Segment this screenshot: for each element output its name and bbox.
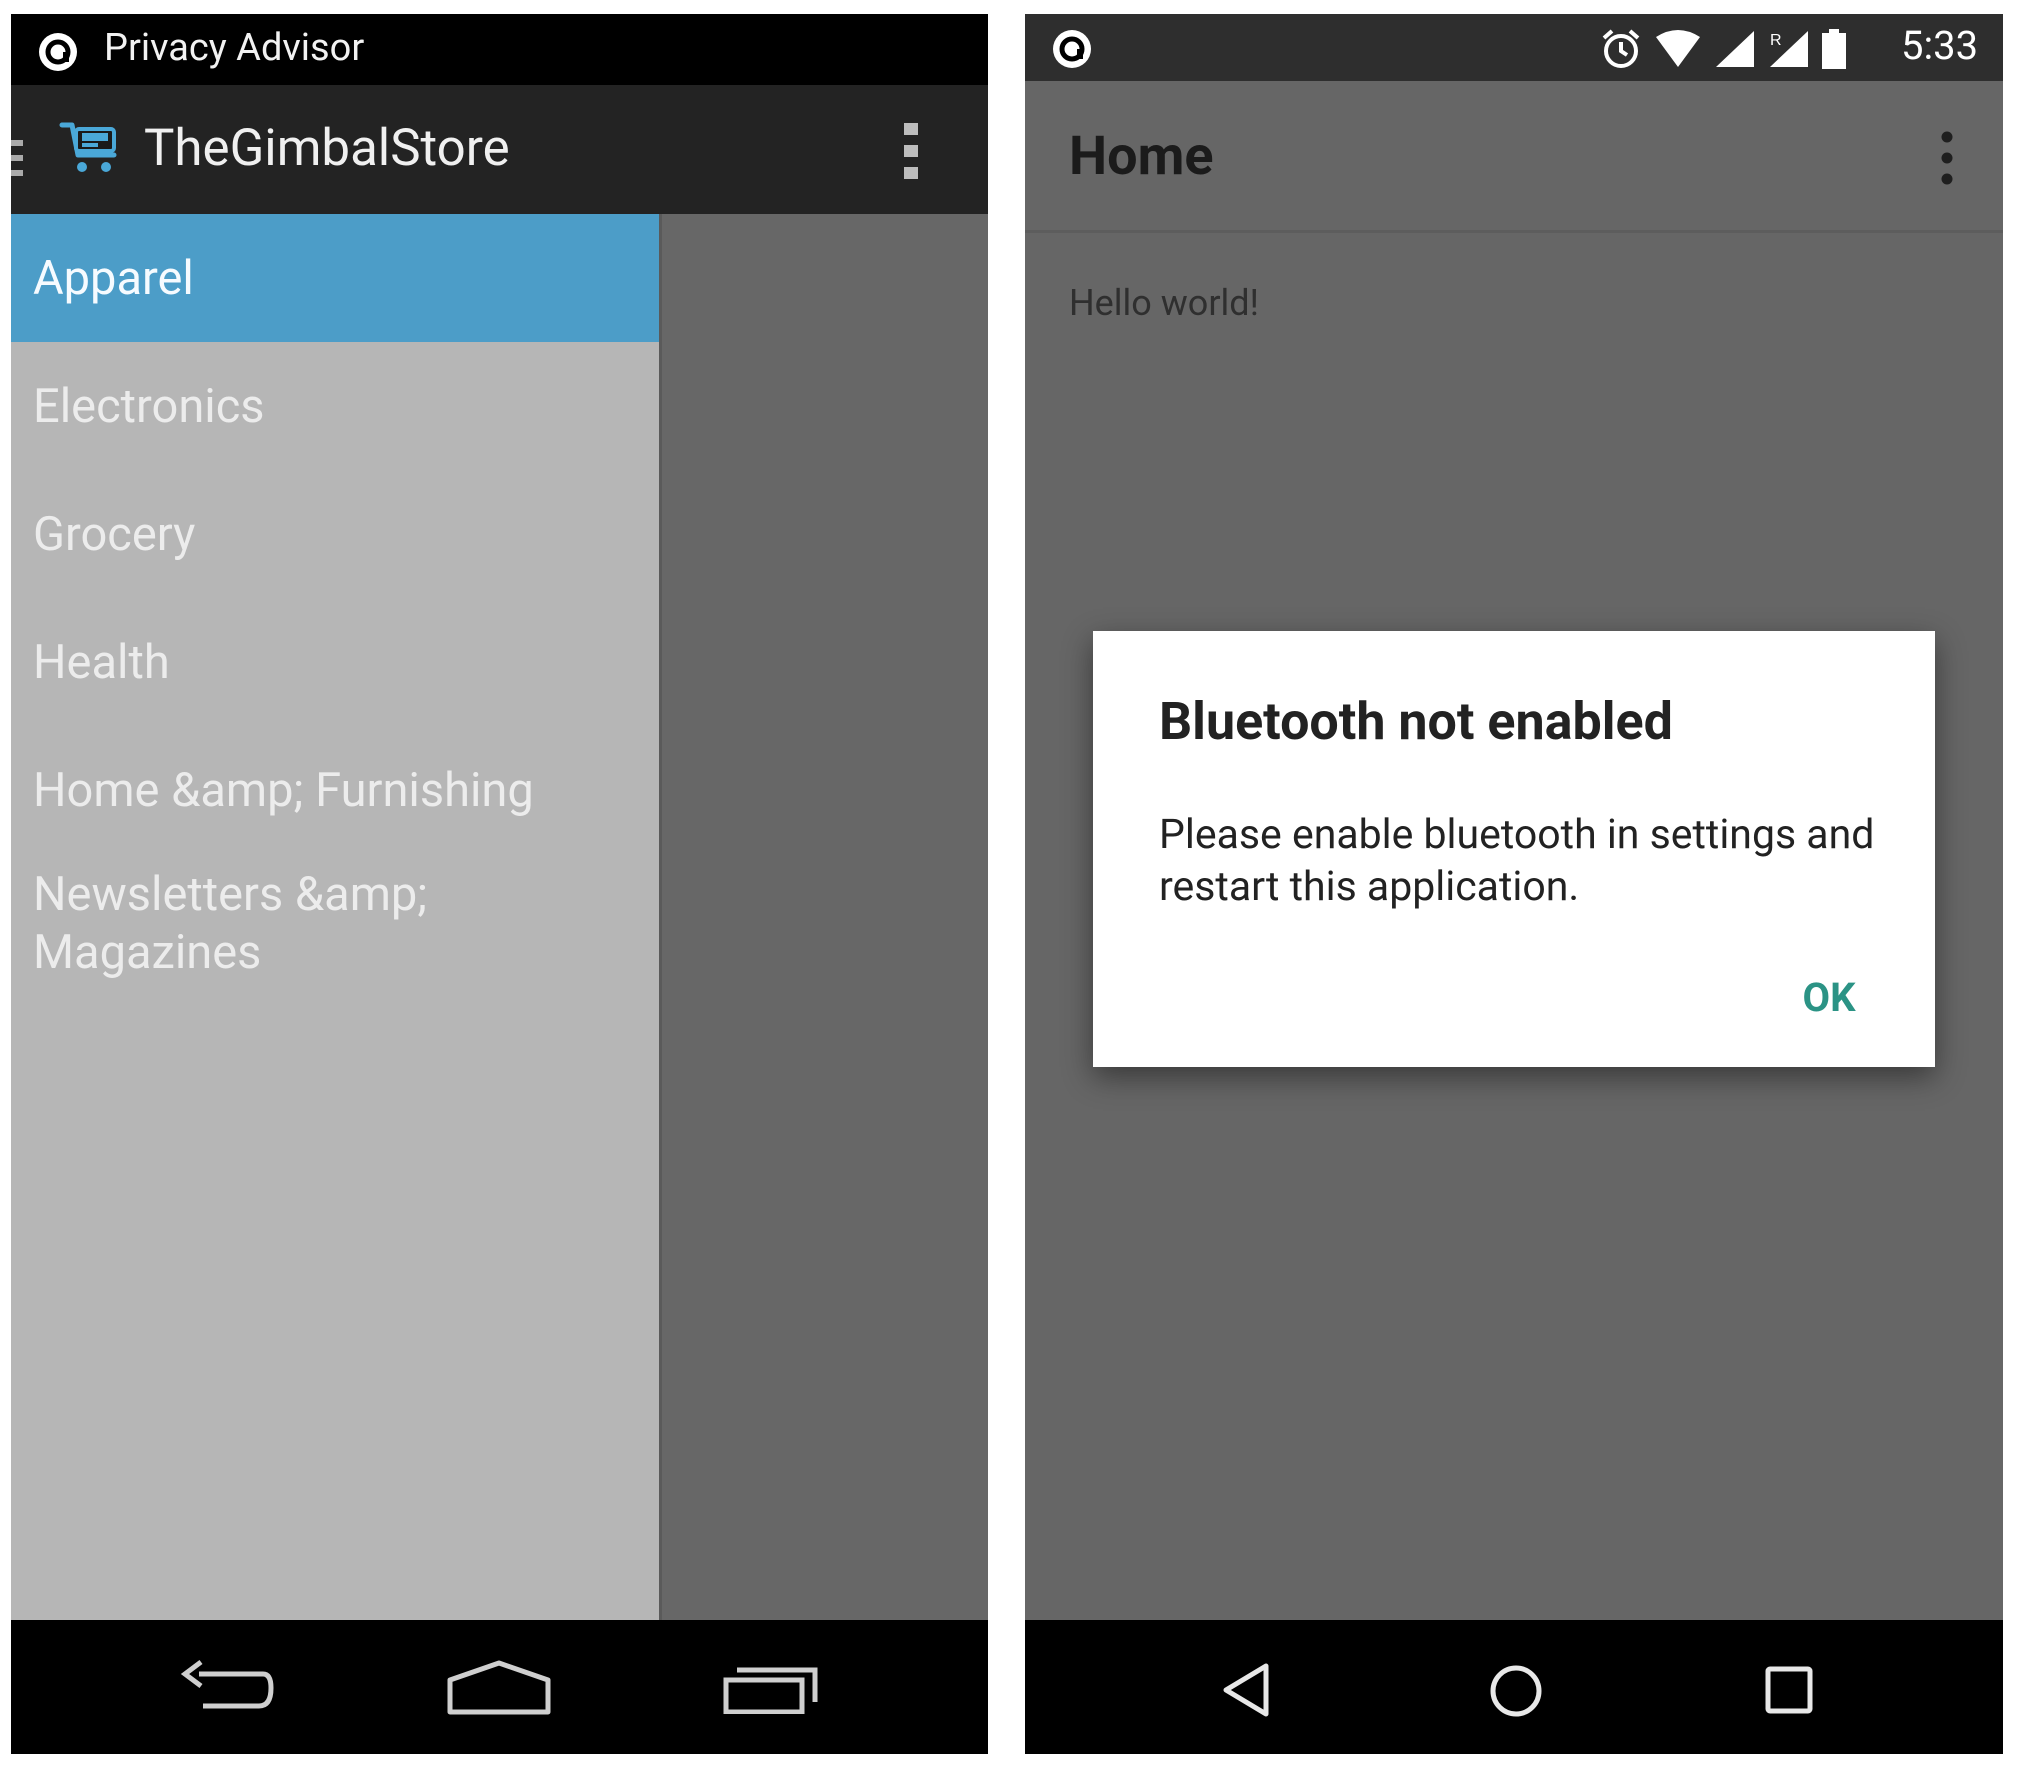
drawer-item-electronics[interactable]: Electronics xyxy=(11,342,659,470)
drawer-item-home-furnishing[interactable]: Home &amp; Furnishing xyxy=(11,726,659,854)
recents-square-icon[interactable] xyxy=(1765,1666,1813,1714)
hello-text: Hello world! xyxy=(1069,282,1259,324)
drawer-item-label: Grocery xyxy=(33,506,196,562)
back-triangle-icon[interactable] xyxy=(1220,1662,1272,1718)
overflow-menu-icon[interactable] xyxy=(1938,131,1956,185)
right-phone-screen: R 5:33 Home Hello world! Bluetooth not e… xyxy=(1025,14,2003,1754)
drawer-item-label: Health xyxy=(33,634,170,690)
drawer-item-label: Home &amp; Furnishing xyxy=(33,762,534,818)
wifi-icon xyxy=(1656,30,1700,67)
navigation-bar xyxy=(1025,1620,2003,1754)
alarm-icon xyxy=(1602,29,1640,68)
ok-button[interactable]: OK xyxy=(1779,967,1879,1027)
battery-icon xyxy=(1822,29,1846,69)
cropped-caption xyxy=(0,0,2018,10)
back-arrow-icon[interactable] xyxy=(179,1660,275,1716)
app-name: Privacy Advisor xyxy=(104,26,365,70)
bluetooth-alert-dialog: Bluetooth not enabled Please enable blue… xyxy=(1093,631,1935,1067)
drawer-item-label-line1: Newsletters &amp; xyxy=(33,867,428,922)
navigation-bar xyxy=(11,1620,988,1754)
drawer-item-apparel[interactable]: Apparel xyxy=(11,214,659,342)
privacy-advisor-icon xyxy=(1053,30,1091,68)
roaming-signal-icon: R xyxy=(1770,31,1808,67)
drawer-item-label: Electronics xyxy=(33,378,265,434)
drawer-indicator-icon[interactable] xyxy=(11,140,25,176)
drawer-item-health[interactable]: Health xyxy=(11,598,659,726)
dialog-title: Bluetooth not enabled xyxy=(1159,691,1673,752)
signal-icon xyxy=(1716,31,1754,67)
status-icons: R xyxy=(1600,26,1846,72)
home-icon[interactable] xyxy=(446,1660,552,1716)
action-bar: Home xyxy=(1025,81,2003,233)
navigation-drawer: Apparel Electronics Grocery Health Home … xyxy=(11,214,662,1620)
left-phone-screen: Privacy Advisor TheGimbalStore Apparel E… xyxy=(11,14,988,1754)
page-title: Home xyxy=(1069,125,1214,188)
dialog-message: Please enable bluetooth in settings and … xyxy=(1159,811,1875,911)
status-bar: Privacy Advisor xyxy=(11,14,988,85)
drawer-item-label-line2: Magazines xyxy=(33,925,262,980)
status-time: 5:33 xyxy=(1901,22,1979,69)
recent-apps-icon[interactable] xyxy=(723,1662,823,1714)
drawer-item-newsletters-magazines[interactable]: Newsletters &amp; Magazines xyxy=(11,854,659,994)
overflow-menu-icon[interactable] xyxy=(901,121,921,181)
action-bar-title: TheGimbalStore xyxy=(144,119,510,178)
drawer-item-label: Apparel xyxy=(33,250,194,306)
drawer-item-grocery[interactable]: Grocery xyxy=(11,470,659,598)
privacy-advisor-icon xyxy=(39,33,77,71)
shopping-cart-icon[interactable] xyxy=(58,115,124,181)
svg-text:R: R xyxy=(1770,32,1782,49)
action-bar: TheGimbalStore xyxy=(11,85,988,214)
status-bar: R 5:33 xyxy=(1025,14,2003,81)
home-circle-icon[interactable] xyxy=(1489,1664,1543,1718)
